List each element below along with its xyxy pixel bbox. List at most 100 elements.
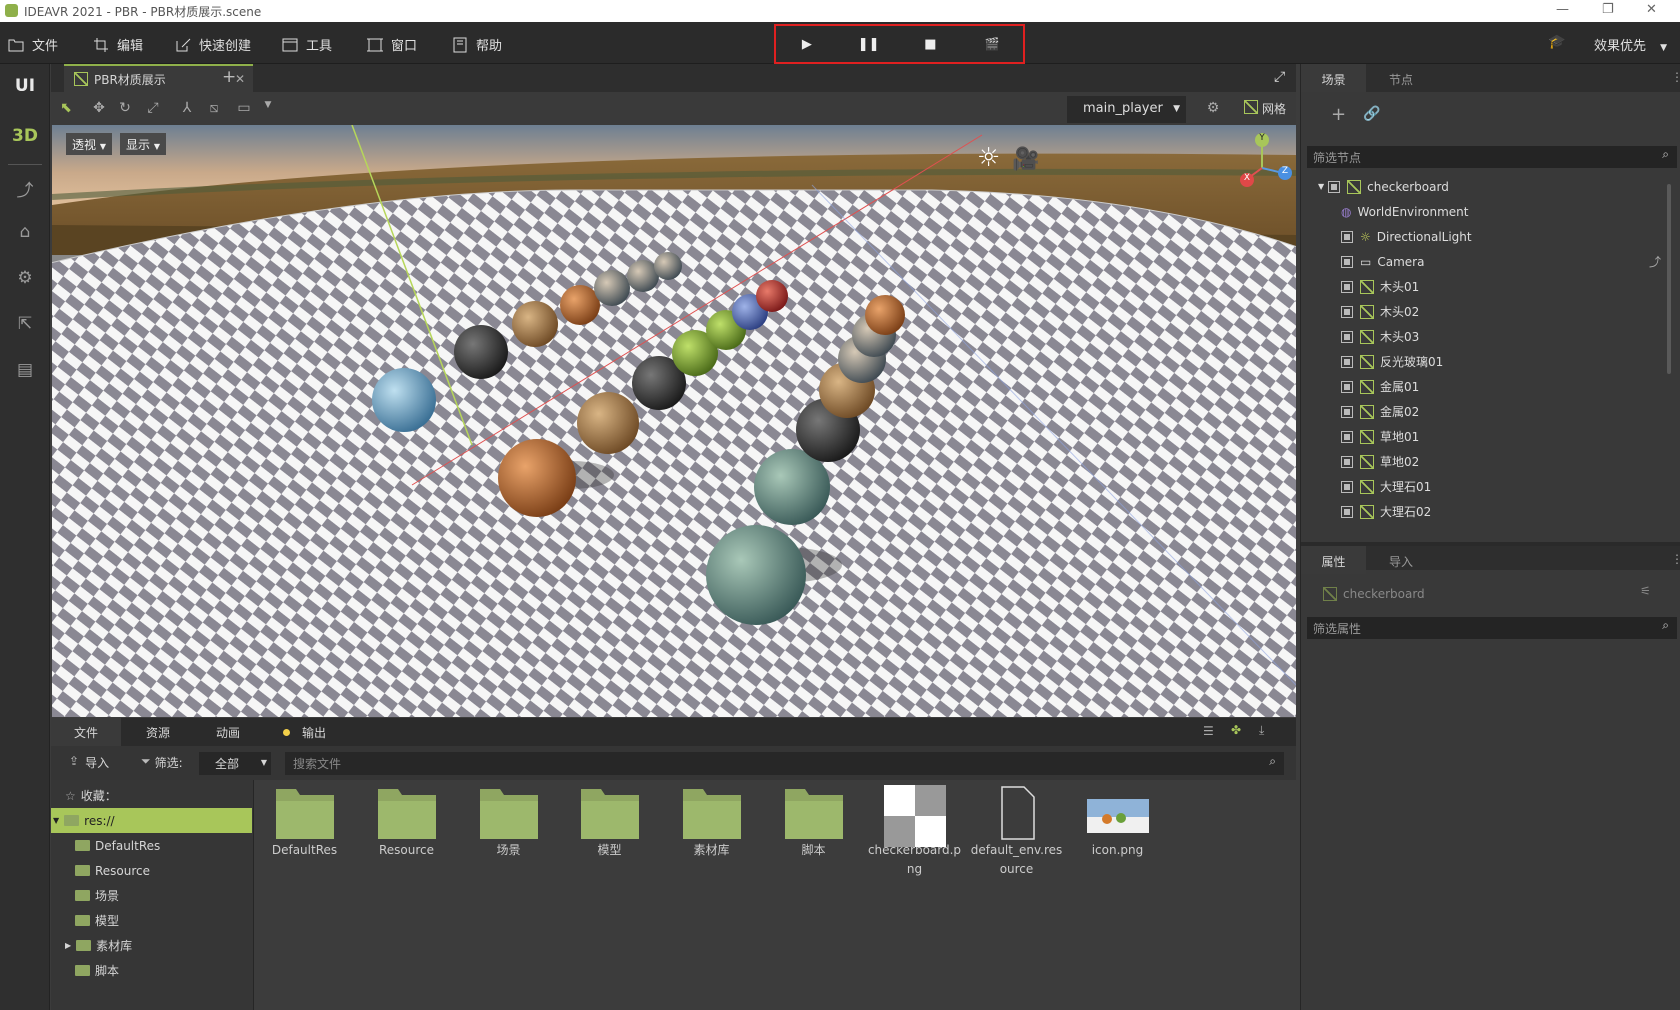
- filter-select[interactable]: 全部 ▼: [199, 752, 271, 775]
- display-button[interactable]: 显示 ▼: [120, 133, 166, 155]
- close-icon[interactable]: ✕: [1646, 2, 1657, 17]
- tab-animation[interactable]: 动画: [193, 718, 263, 746]
- graduation-cap-icon[interactable]: 🎓: [1548, 34, 1565, 50]
- grid-toggle[interactable]: 网格: [1244, 100, 1286, 117]
- file-item[interactable]: checkerboard.p ng: [867, 780, 962, 879]
- add-tab-icon[interactable]: +: [222, 67, 236, 87]
- download-icon[interactable]: ⤓: [1259, 723, 1264, 738]
- node-filter-input[interactable]: 筛选节点 ⌕: [1307, 146, 1677, 168]
- axis-gizmo[interactable]: Y Z X: [1227, 133, 1296, 203]
- tab-output[interactable]: 输出: [294, 718, 334, 746]
- move-tool-icon[interactable]: ✥: [90, 100, 108, 118]
- more-options-icon[interactable]: ⋮: [1671, 552, 1680, 566]
- file-icon: [986, 785, 1048, 841]
- tree-node[interactable]: 草地02: [1301, 449, 1661, 474]
- stop-button[interactable]: ■: [919, 37, 941, 52]
- menu-edit[interactable]: 编辑: [93, 35, 143, 54]
- tree-item-model[interactable]: 模型: [51, 908, 254, 933]
- tree-item-scene[interactable]: 场景: [51, 883, 254, 908]
- list-view-icon[interactable]: ☰: [1203, 724, 1214, 738]
- crop-icon: [94, 37, 108, 52]
- tree-item-script[interactable]: 脚本: [51, 958, 254, 983]
- tab-scene-tree[interactable]: 场景: [1301, 64, 1366, 92]
- add-node-icon[interactable]: +: [1331, 104, 1346, 125]
- path-icon[interactable]: ⤴: [14, 176, 36, 201]
- tab-resources[interactable]: 资源: [123, 718, 193, 746]
- camera-gizmo-icon[interactable]: 🎥: [1012, 147, 1039, 172]
- fullscreen-icon[interactable]: ⤢: [1274, 69, 1285, 85]
- more-options-icon[interactable]: ⋮: [1671, 70, 1680, 84]
- gear-icon[interactable]: ⚙: [1204, 100, 1222, 118]
- ui-mode-button[interactable]: UI: [0, 76, 50, 96]
- tree-node[interactable]: ▭ Camera ⤴: [1301, 249, 1661, 274]
- perspective-button[interactable]: 透视 ▼: [66, 133, 112, 155]
- file-item[interactable]: Resource: [359, 780, 454, 860]
- 3d-mode-button[interactable]: 3D: [0, 126, 50, 146]
- file-item[interactable]: icon.png: [1070, 780, 1165, 860]
- link-icon[interactable]: 🔗: [1363, 106, 1380, 122]
- tree-node[interactable]: ▼ checkerboard: [1301, 174, 1661, 199]
- snap-tool-icon[interactable]: ⧅: [205, 100, 223, 118]
- rotate-tool-icon[interactable]: ↻: [116, 100, 134, 118]
- file-item[interactable]: 素材库: [664, 780, 759, 860]
- import-button[interactable]: ⇪ 导入: [69, 754, 109, 771]
- tree-node[interactable]: 大理石02: [1301, 499, 1661, 524]
- store-icon[interactable]: ⌂: [14, 222, 36, 244]
- tree-item-resource[interactable]: Resource: [51, 858, 254, 883]
- file-item[interactable]: 脚本: [766, 780, 861, 860]
- chevron-down-icon: ▼: [1660, 43, 1668, 53]
- tab-import[interactable]: 导入: [1366, 546, 1436, 574]
- chevron-down-icon[interactable]: ▼: [259, 100, 277, 118]
- tree-node[interactable]: ◍ WorldEnvironment: [1301, 199, 1661, 224]
- tree-node[interactable]: 金属02: [1301, 399, 1661, 424]
- pivot-tool-icon[interactable]: ⅄: [178, 100, 196, 118]
- tree-node[interactable]: 木头03: [1301, 324, 1661, 349]
- menu-tools[interactable]: 工具: [282, 35, 332, 54]
- favorites-row[interactable]: ☆ 收藏：: [51, 783, 254, 808]
- 3d-viewport[interactable]: 透视 ▼ 显示 ▼ ☼ 🎥 Y Z X: [52, 125, 1296, 717]
- menu-quick-create[interactable]: 快速创建: [175, 35, 251, 54]
- sliders-icon[interactable]: ⚟: [1640, 584, 1651, 598]
- tree-node[interactable]: 木头01: [1301, 274, 1661, 299]
- file-item[interactable]: DefaultRes: [257, 780, 352, 860]
- minimize-icon[interactable]: —: [1556, 2, 1569, 17]
- player-select[interactable]: main_player ▼: [1067, 96, 1186, 123]
- file-item[interactable]: 场景: [461, 780, 556, 860]
- tree-node[interactable]: 草地01: [1301, 424, 1661, 449]
- tree-node[interactable]: 大理石01: [1301, 474, 1661, 499]
- record-button[interactable]: 🎬: [981, 37, 1003, 51]
- tab-files[interactable]: 文件: [51, 718, 121, 746]
- mesh-icon: [1360, 429, 1374, 444]
- menu-help[interactable]: 帮助: [452, 35, 502, 54]
- file-item[interactable]: default_env.res ource: [969, 780, 1064, 879]
- export-icon[interactable]: ⇱: [14, 314, 36, 336]
- close-tab-icon[interactable]: ✕: [235, 72, 245, 86]
- restore-icon[interactable]: ❐: [1602, 2, 1614, 17]
- tree-node[interactable]: 木头02: [1301, 299, 1661, 324]
- tree-node[interactable]: 金属01: [1301, 374, 1661, 399]
- play-button[interactable]: ▶: [796, 37, 818, 52]
- tab-node[interactable]: 节点: [1366, 64, 1436, 92]
- tree-node[interactable]: 反光玻璃01: [1301, 349, 1661, 374]
- property-filter-input[interactable]: 筛选属性 ⌕: [1307, 617, 1677, 639]
- render-mode-select[interactable]: 效果优先 ▼: [1594, 35, 1667, 54]
- file-item[interactable]: 模型: [562, 780, 657, 860]
- folder-icon: [274, 785, 336, 841]
- document-icon[interactable]: ▤: [14, 360, 36, 382]
- tree-node[interactable]: ☼ DirectionalLight: [1301, 224, 1661, 249]
- tab-properties[interactable]: 属性: [1301, 546, 1366, 574]
- pause-button[interactable]: ❚❚: [858, 37, 880, 52]
- scale-tool-icon[interactable]: ⤢: [144, 100, 162, 118]
- tree-item-defaultres[interactable]: DefaultRes: [51, 833, 254, 858]
- select-tool-icon[interactable]: ⬉: [57, 100, 75, 118]
- menu-file[interactable]: 文件: [8, 35, 58, 54]
- settings-panel-icon[interactable]: ⚙: [14, 268, 36, 290]
- scrollbar[interactable]: [1667, 184, 1671, 374]
- menu-window[interactable]: 窗口: [367, 35, 417, 54]
- ruler-tool-icon[interactable]: ▭: [235, 100, 253, 118]
- tree-item-library[interactable]: ▶ 素材库: [51, 933, 254, 958]
- tree-item-res[interactable]: ▼ res://: [51, 808, 252, 833]
- grid-view-icon[interactable]: ✤: [1231, 723, 1241, 737]
- file-search-input[interactable]: 搜索文件 ⌕: [285, 752, 1284, 775]
- directional-light-icon[interactable]: ☼: [977, 143, 1000, 173]
